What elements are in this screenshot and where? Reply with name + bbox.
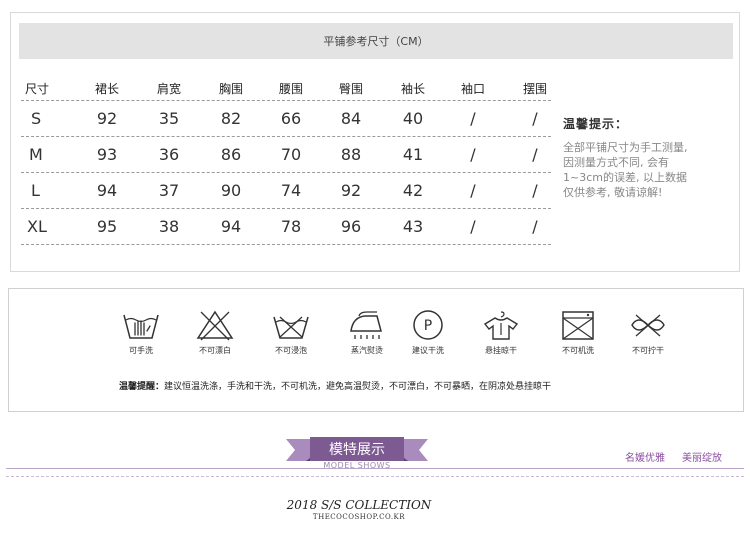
size-cell: / bbox=[470, 181, 476, 200]
size-cell: 37 bbox=[158, 181, 180, 200]
size-chart-panel: 平铺参考尺寸（CM） 尺寸 裙长 肩宽 胸围 腰围 臀围 袖长 袖口 摆围 S … bbox=[10, 12, 740, 272]
care-label: 可手洗 bbox=[129, 346, 153, 355]
size-cell: 93 bbox=[96, 145, 118, 164]
size-cell: 70 bbox=[280, 145, 302, 164]
size-cell: 36 bbox=[158, 145, 180, 164]
size-cell: 88 bbox=[340, 145, 362, 164]
header-cuff: 袖口 bbox=[460, 82, 485, 96]
model-show-title: 模特展示 bbox=[310, 437, 404, 461]
size-cell: / bbox=[532, 145, 538, 164]
size-cell: / bbox=[532, 181, 538, 200]
collection-title: 2018 S/S COLLECTION bbox=[286, 498, 432, 512]
size-cell: M bbox=[29, 145, 43, 164]
size-row: S 92 35 82 66 84 40 / / bbox=[21, 101, 551, 137]
care-label: 不可拧干 bbox=[632, 346, 664, 355]
hang-dry-icon bbox=[483, 311, 519, 340]
size-cell: 43 bbox=[402, 217, 424, 236]
site-url: THECOCOSHOP.CO.KR bbox=[312, 513, 406, 521]
tip-line: 因测量方式不同, 会有 bbox=[563, 156, 669, 169]
size-cell: 66 bbox=[280, 109, 302, 128]
size-cell: L bbox=[31, 181, 40, 200]
care-no-wring: 不可拧干 bbox=[613, 309, 683, 356]
care-no-soak: 不可浸泡 bbox=[256, 309, 326, 356]
size-cell: / bbox=[470, 217, 476, 236]
care-no-machine-wash: 不可机洗 bbox=[543, 309, 613, 356]
size-cell: 38 bbox=[158, 217, 180, 236]
size-row: M 93 36 86 70 88 41 / / bbox=[21, 137, 551, 173]
size-row: L 94 37 90 74 92 42 / / bbox=[21, 173, 551, 209]
size-cell: / bbox=[532, 217, 538, 236]
care-hand-wash: 可手洗 bbox=[106, 309, 176, 356]
model-show-subtitle: MODEL SHOWS bbox=[323, 461, 391, 470]
size-cell: 94 bbox=[220, 217, 242, 236]
care-label: 蒸汽熨烫 bbox=[351, 346, 383, 355]
size-cell: / bbox=[532, 109, 538, 128]
care-note-text: 建议恒温洗涤，手洗和干洗，不可机洗，避免高温熨烫，不可漂白，不可暴晒，在阴凉处悬… bbox=[164, 382, 552, 392]
header-size: 尺寸 bbox=[25, 82, 50, 96]
svg-text:P: P bbox=[424, 318, 432, 334]
tip-line: 1~3cm的误差, 以上数据 bbox=[563, 171, 687, 184]
no-machine-wash-icon bbox=[562, 311, 594, 340]
banner-tag-elegant: 名媛优雅 bbox=[625, 453, 665, 464]
size-cell: 35 bbox=[158, 109, 180, 128]
size-cell: 94 bbox=[96, 181, 118, 200]
tip-title: 温馨提示： bbox=[563, 117, 629, 131]
care-no-bleach: 不可漂白 bbox=[180, 309, 250, 356]
size-cell: 95 bbox=[96, 217, 118, 236]
size-cell: 78 bbox=[280, 217, 302, 236]
care-dry-clean: P 建议干洗 bbox=[393, 309, 463, 356]
header-shoulder: 肩宽 bbox=[156, 82, 181, 96]
care-note-label: 温馨提醒： bbox=[119, 382, 165, 392]
dry-clean-icon: P bbox=[413, 310, 443, 340]
size-cell: 92 bbox=[340, 181, 362, 200]
tip-line: 全部平铺尺寸为手工测量, bbox=[563, 141, 688, 154]
size-cell: S bbox=[31, 109, 42, 128]
size-cell: 74 bbox=[280, 181, 302, 200]
care-label: 不可漂白 bbox=[199, 346, 231, 355]
care-hang-dry: 悬挂晾干 bbox=[466, 309, 536, 356]
no-wring-icon bbox=[631, 314, 665, 337]
size-table-header: 尺寸 裙长 肩宽 胸围 腰围 臀围 袖长 袖口 摆围 bbox=[21, 77, 551, 101]
care-steam-iron: 蒸汽熨烫 bbox=[332, 309, 402, 356]
care-note: 温馨提醒：建议恒温洗涤，手洗和干洗，不可机洗，避免高温熨烫，不可漂白，不可暴晒，… bbox=[119, 379, 551, 392]
tip-line: 仅供参考, 敬请谅解! bbox=[563, 186, 663, 199]
size-cell: 90 bbox=[220, 181, 242, 200]
care-label: 建议干洗 bbox=[412, 346, 444, 355]
banner-dashed-line bbox=[6, 476, 744, 477]
no-bleach-icon bbox=[196, 310, 234, 341]
size-cell: 86 bbox=[220, 145, 242, 164]
hand-wash-icon bbox=[123, 314, 159, 339]
size-chart-title: 平铺参考尺寸（CM） bbox=[19, 23, 733, 59]
size-tip: 温馨提示： 全部平铺尺寸为手工测量, 因测量方式不同, 会有 1~3cm的误差,… bbox=[563, 115, 731, 200]
size-cell: 40 bbox=[402, 109, 424, 128]
ribbon-right-icon bbox=[400, 439, 428, 461]
no-soak-icon bbox=[273, 316, 309, 339]
size-cell: 42 bbox=[402, 181, 424, 200]
header-length: 裙长 bbox=[94, 82, 119, 96]
header-sleeve: 袖长 bbox=[400, 82, 425, 96]
size-cell: 96 bbox=[340, 217, 362, 236]
header-hip: 臀围 bbox=[338, 82, 363, 96]
size-cell: 41 bbox=[402, 145, 424, 164]
header-bust: 胸围 bbox=[218, 82, 243, 96]
care-label: 悬挂晾干 bbox=[485, 346, 517, 355]
size-row: XL 95 38 94 78 96 43 / / bbox=[21, 209, 551, 245]
size-cell: 84 bbox=[340, 109, 362, 128]
size-cell: XL bbox=[27, 217, 47, 236]
header-waist: 腰围 bbox=[278, 82, 303, 96]
size-cell: / bbox=[470, 109, 476, 128]
size-cell: 82 bbox=[220, 109, 242, 128]
care-instructions-panel: 可手洗 不可漂白 不可浸泡 蒸汽熨烫 P 建议干洗 悬挂晾干 不可机洗 不可拧干… bbox=[8, 288, 744, 412]
care-label: 不可浸泡 bbox=[275, 346, 307, 355]
header-hem: 摆围 bbox=[522, 82, 547, 96]
size-cell: 92 bbox=[96, 109, 118, 128]
care-label: 不可机洗 bbox=[562, 346, 594, 355]
size-cell: / bbox=[470, 145, 476, 164]
steam-iron-icon bbox=[350, 311, 382, 339]
banner-tag-bloom: 美丽绽放 bbox=[682, 453, 722, 464]
size-table: 尺寸 裙长 肩宽 胸围 腰围 臀围 袖长 袖口 摆围 S 92 35 82 66… bbox=[21, 77, 551, 245]
